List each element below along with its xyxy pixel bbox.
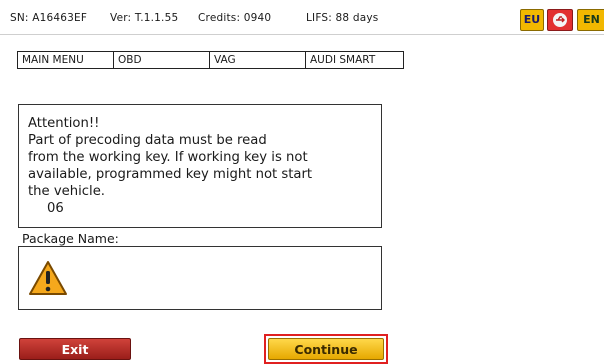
warning-icon	[29, 261, 67, 295]
usb-glyph-icon	[553, 13, 567, 27]
package-name-label: Package Name:	[22, 231, 119, 246]
serial-number: SN: A16463EF	[10, 12, 88, 24]
attention-title: Attention!!	[28, 116, 100, 131]
breadcrumb-obd[interactable]: OBD	[114, 52, 210, 68]
attention-line: from the working key. If working key is …	[28, 150, 308, 165]
breadcrumb-audi-smart[interactable]: AUDI SMART	[306, 52, 403, 68]
lifs-days: LIFS: 88 days	[306, 12, 379, 24]
en-flag-icon[interactable]: EN	[577, 9, 604, 31]
attention-line: available, programmed key might not star…	[28, 167, 313, 182]
breadcrumb-vag[interactable]: VAG	[210, 52, 306, 68]
attention-code: 06	[47, 201, 64, 216]
status-bar: SN: A16463EF Ver: T.1.1.55 Credits: 0940…	[0, 0, 604, 35]
attention-line: Part of precoding data must be read	[28, 133, 267, 148]
package-name-box	[18, 246, 382, 310]
continue-button[interactable]: Continue	[268, 338, 384, 360]
exit-button[interactable]: Exit	[19, 338, 131, 360]
attention-message-box: Attention!! Part of precoding data must …	[18, 104, 382, 228]
credits-count: Credits: 0940	[198, 12, 272, 24]
software-version: Ver: T.1.1.55	[110, 12, 179, 24]
eu-flag-icon[interactable]: EU	[520, 9, 544, 31]
breadcrumb-main-menu[interactable]: MAIN MENU	[18, 52, 114, 68]
breadcrumb: MAIN MENU OBD VAG AUDI SMART	[17, 51, 404, 69]
attention-line: the vehicle.	[28, 184, 105, 199]
usb-icon[interactable]	[547, 9, 573, 31]
